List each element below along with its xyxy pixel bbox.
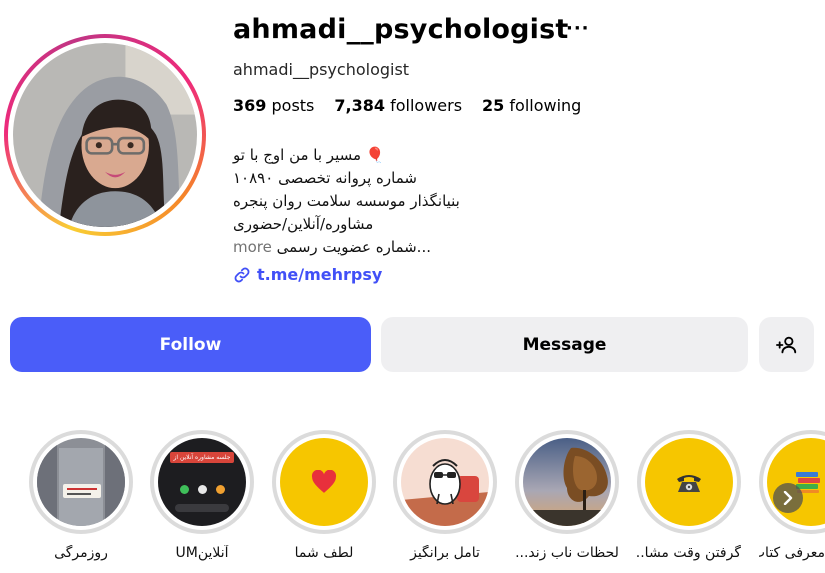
suggested-users-button[interactable]: [759, 317, 814, 372]
highlight-item[interactable]: تامل برانگیز: [393, 430, 497, 561]
followers-stat[interactable]: 7,384 followers: [334, 96, 462, 115]
cartoon-thumbnail-icon: [401, 438, 489, 526]
telephone-icon: [677, 475, 701, 492]
highlight-label: تامل برانگیز: [410, 545, 480, 561]
screenshot-thumbnail-icon: جلسه مشاوره آنلاین از الان: [158, 438, 246, 526]
highlight-item[interactable]: روزمرگی: [29, 430, 133, 561]
highlight-item[interactable]: لحظات ناب زند...: [515, 430, 619, 561]
message-button[interactable]: Message: [381, 317, 748, 372]
sunset-tree-icon: [523, 438, 611, 526]
link-icon: [234, 267, 250, 282]
more-options-icon[interactable]: ···: [566, 18, 590, 39]
bio-line-2: شماره پروانه تخصصی ۱۰۸۹۰: [233, 169, 417, 187]
bio-line-4: مشاوره/آنلاین/حضوری: [233, 215, 374, 233]
profile-stats: 369 posts 7,384 followers 25 following: [233, 96, 601, 115]
highlight-item[interactable]: جلسه مشاوره آنلاین از الان آنلاینUM: [150, 430, 254, 561]
highlight-label: آنلاینUM: [175, 545, 229, 561]
followers-label: followers: [390, 96, 463, 115]
highlight-label: گرفتن وقت مشا...: [637, 545, 741, 561]
following-stat[interactable]: 25 following: [482, 96, 581, 115]
highlight-item[interactable]: لطف شما: [272, 430, 376, 561]
chevron-right-icon: [783, 491, 793, 505]
highlight-ring: [29, 430, 133, 534]
following-label: following: [509, 96, 582, 115]
highlight-ring: جلسه مشاوره آنلاین از الان: [150, 430, 254, 534]
avatar-photo: [13, 43, 197, 227]
add-user-icon: [775, 336, 796, 353]
highlights-next-button[interactable]: [773, 483, 803, 513]
highlight-label: معرفی کتاب: [759, 545, 825, 561]
heart-icon: [311, 470, 337, 493]
bio-line-5: ...شماره عضویت رسمی more: [233, 236, 493, 259]
highlight-label: روزمرگی: [54, 545, 108, 561]
highlight-ring: [515, 430, 619, 534]
highlight-label: لحظات ناب زند...: [515, 545, 619, 561]
avatar-border: [8, 38, 202, 232]
bio-line-3: بنیانگذار موسسه سلامت روان پنجره: [233, 192, 460, 210]
highlight-caption: جلسه مشاوره آنلاین از الان: [170, 452, 234, 463]
highlight-ring: [272, 430, 376, 534]
posts-stat[interactable]: 369 posts: [233, 96, 314, 115]
highlight-ring: [637, 430, 741, 534]
profile-external-link[interactable]: t.me/mehrpsy: [233, 265, 382, 284]
profile-username: ahmadi__psychologist: [233, 14, 569, 45]
profile-avatar[interactable]: [4, 34, 206, 236]
follow-button[interactable]: Follow: [10, 317, 371, 372]
profile-bio: 🎈 مسیر با من اوج با تو شماره پروانه تخصص…: [233, 144, 493, 259]
highlight-item[interactable]: گرفتن وقت مشا...: [637, 430, 741, 561]
link-text: t.me/mehrpsy: [257, 265, 383, 284]
following-count: 25: [482, 96, 505, 115]
photo-thumbnail-icon: [37, 438, 125, 526]
bio-line-1: 🎈 مسیر با من اوج با تو: [233, 146, 385, 164]
highlight-ring: [759, 430, 825, 534]
posts-count: 369: [233, 96, 267, 115]
highlight-ring: [393, 430, 497, 534]
posts-label: posts: [271, 96, 315, 115]
profile-full-name: ahmadi__psychologist: [233, 60, 410, 79]
bio-more-link[interactable]: more: [233, 238, 272, 256]
highlight-label: لطف شما: [294, 545, 354, 561]
followers-count: 7,384: [334, 96, 385, 115]
bio-line-5-text: ...شماره عضویت رسمی: [276, 238, 431, 256]
